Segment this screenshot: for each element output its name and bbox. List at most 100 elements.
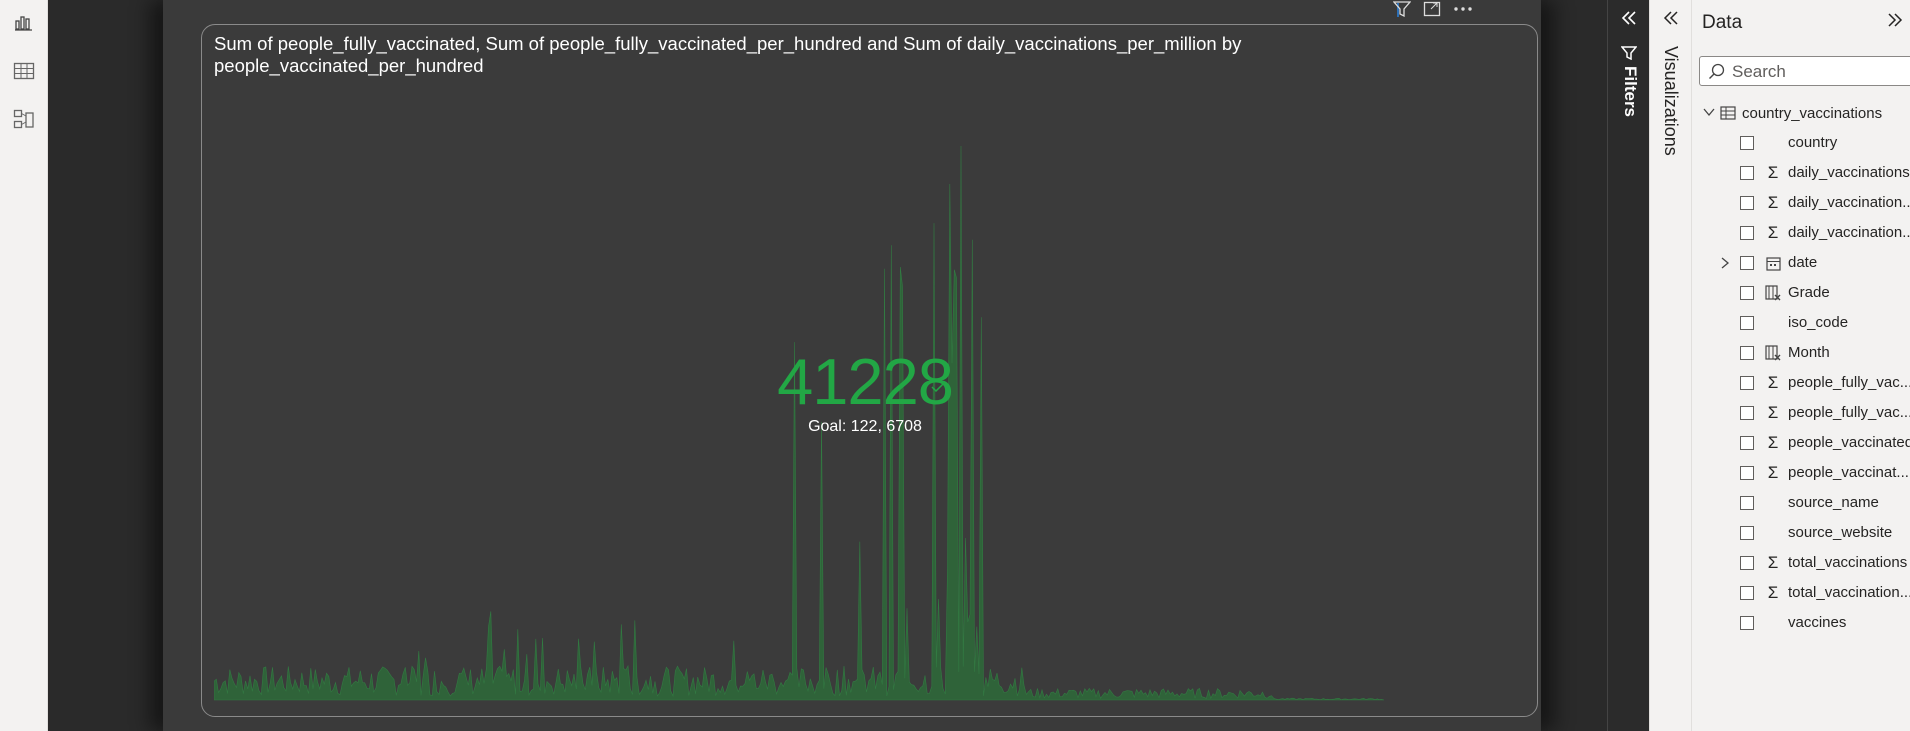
field-checkbox[interactable] <box>1740 376 1754 390</box>
filter-icon[interactable] <box>1393 1 1411 17</box>
sigma-icon: Σ <box>1767 553 1779 572</box>
visualizations-label: Visualizations <box>1661 46 1681 156</box>
field-name: people_vaccinat... <box>1788 464 1909 481</box>
visualizations-pane[interactable]: Visualizations <box>1649 0 1691 731</box>
table-node[interactable]: country_vaccinations <box>1702 103 1882 123</box>
field-checkbox[interactable] <box>1740 496 1754 510</box>
field-row[interactable]: Σpeople_fully_vac... <box>1692 398 1910 428</box>
field-row[interactable]: Grade <box>1692 278 1910 308</box>
more-options-icon[interactable] <box>1453 1 1473 17</box>
field-checkbox[interactable] <box>1740 526 1754 540</box>
visual-title: Sum of people_fully_vaccinated, Sum of p… <box>214 33 1242 76</box>
focus-mode-icon[interactable] <box>1423 1 1441 17</box>
field-checkbox[interactable] <box>1740 136 1754 150</box>
report-canvas: Sum of people_fully_vaccinated, Sum of p… <box>48 0 1607 731</box>
search-icon <box>1708 63 1726 86</box>
field-checkbox[interactable] <box>1740 616 1754 630</box>
field-checkbox[interactable] <box>1740 286 1754 300</box>
field-name: people_fully_vac... <box>1788 404 1910 421</box>
field-checkbox[interactable] <box>1740 166 1754 180</box>
data-pane: Data Search country_vaccinations country… <box>1691 0 1910 731</box>
filters-pane[interactable]: Filters <box>1607 0 1649 731</box>
powerbi-app: Sum of people_fully_vaccinated, Sum of p… <box>0 0 1910 731</box>
field-name: iso_code <box>1788 314 1849 331</box>
visual-header <box>1393 0 1473 18</box>
sigma-icon: Σ <box>1767 463 1779 482</box>
field-row[interactable]: date <box>1692 248 1910 278</box>
kpi-goal: Goal: 122, 6708 <box>808 418 922 435</box>
table-icon <box>1720 106 1736 120</box>
filter-pane-icon <box>1620 46 1638 65</box>
field-row[interactable]: Σpeople_vaccinat... <box>1692 458 1910 488</box>
field-row[interactable]: country <box>1692 128 1910 158</box>
search-input[interactable]: Search <box>1699 56 1910 86</box>
field-name: people_fully_vac... <box>1788 374 1910 391</box>
field-row[interactable]: Σpeople_fully_vac... <box>1692 368 1910 398</box>
field-name: daily_vaccination... <box>1788 194 1910 211</box>
report-view-icon[interactable] <box>10 8 38 36</box>
blank-icon <box>1764 314 1782 332</box>
kpi-visual[interactable]: Sum of people_fully_vaccinated, Sum of p… <box>201 24 1538 717</box>
expand-filters-icon[interactable] <box>1620 10 1638 31</box>
sigma-icon: Σ <box>1767 193 1779 212</box>
sigma-icon: Σ <box>1767 403 1779 422</box>
field-name: people_vaccinated <box>1788 434 1910 451</box>
field-row[interactable]: source_website <box>1692 518 1910 548</box>
field-checkbox[interactable] <box>1740 316 1754 330</box>
model-view-icon[interactable] <box>10 106 38 134</box>
field-checkbox[interactable] <box>1740 346 1754 360</box>
blank-icon <box>1764 494 1782 512</box>
field-name: Month <box>1788 344 1830 361</box>
field-row[interactable]: Σdaily_vaccinations <box>1692 158 1910 188</box>
sigma-icon: Σ <box>1767 433 1779 452</box>
field-row[interactable]: Σdaily_vaccination... <box>1692 188 1910 218</box>
chevron-right-icon[interactable] <box>1720 256 1730 275</box>
blank-icon <box>1764 614 1782 632</box>
field-list: country Σdaily_vaccinations Σdaily_vaccina… <box>1692 128 1910 638</box>
field-name: vaccines <box>1788 614 1847 631</box>
checkmark-icon <box>931 379 945 397</box>
calendar-icon <box>1764 254 1782 272</box>
field-row[interactable]: iso_code <box>1692 308 1910 338</box>
field-row[interactable]: Σpeople_vaccinated <box>1692 428 1910 458</box>
field-row[interactable]: Month <box>1692 338 1910 368</box>
field-row[interactable]: Σdaily_vaccination... <box>1692 218 1910 248</box>
table-name: country_vaccinations <box>1742 104 1883 122</box>
blank-icon <box>1764 524 1782 542</box>
field-checkbox[interactable] <box>1740 226 1754 240</box>
field-name: daily_vaccination... <box>1788 224 1910 241</box>
blank-icon <box>1764 134 1782 152</box>
sigma-icon: Σ <box>1767 583 1779 602</box>
field-checkbox[interactable] <box>1740 436 1754 450</box>
field-name: country <box>1788 134 1838 151</box>
field-name: total_vaccination... <box>1788 584 1910 601</box>
field-name: source_name <box>1788 494 1879 511</box>
field-checkbox[interactable] <box>1740 196 1754 210</box>
field-row[interactable]: vaccines <box>1692 608 1910 638</box>
field-checkbox[interactable] <box>1740 406 1754 420</box>
field-name: Grade <box>1788 284 1830 301</box>
chevron-down-icon[interactable] <box>1702 104 1716 122</box>
field-checkbox[interactable] <box>1740 466 1754 480</box>
data-pane-title: Data <box>1702 12 1743 33</box>
sigma-icon: Σ <box>1767 373 1779 392</box>
field-row[interactable]: Σtotal_vaccinations <box>1692 548 1910 578</box>
field-row[interactable]: source_name <box>1692 488 1910 518</box>
calculated-column-icon <box>1764 344 1782 362</box>
field-name: source_website <box>1788 524 1893 541</box>
field-checkbox[interactable] <box>1740 556 1754 570</box>
field-row[interactable]: Σtotal_vaccination... <box>1692 578 1910 608</box>
expand-visualizations-icon[interactable] <box>1662 10 1680 31</box>
kpi-card: 41228 Goal: 122, 6708 <box>735 347 995 436</box>
collapse-data-pane-icon[interactable] <box>1886 12 1904 33</box>
kpi-value: 41228 <box>777 345 954 418</box>
field-checkbox[interactable] <box>1740 586 1754 600</box>
search-placeholder: Search <box>1732 62 1786 81</box>
table-view-icon[interactable] <box>10 57 38 85</box>
filters-label: Filters <box>1621 66 1640 118</box>
field-checkbox[interactable] <box>1740 256 1754 270</box>
field-name: total_vaccinations <box>1788 554 1908 571</box>
sigma-icon: Σ <box>1767 223 1779 242</box>
calculated-column-icon <box>1764 284 1782 302</box>
left-nav-rail <box>0 0 48 731</box>
